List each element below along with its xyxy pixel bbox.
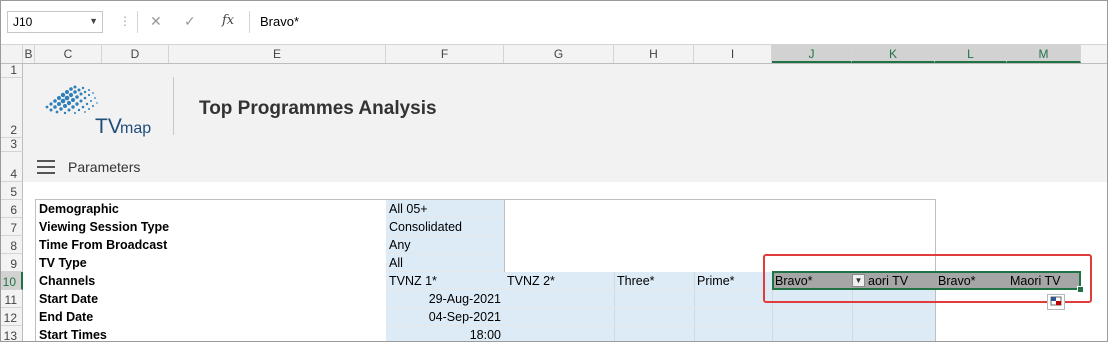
row-header-8[interactable]: 8 — [1, 236, 23, 254]
row-header-9[interactable]: 9 — [1, 254, 23, 272]
channel-cell-h[interactable]: Three* — [614, 272, 694, 290]
drag-handle-icon[interactable]: ⋮ — [119, 14, 131, 28]
label-time-from-broadcast: Time From Broadcast — [39, 238, 168, 252]
select-all-corner[interactable] — [1, 45, 23, 63]
column-header-j[interactable]: J — [772, 45, 852, 63]
logo-map: map — [120, 120, 151, 137]
page-title: Top Programmes Analysis — [199, 98, 437, 119]
label-tv-type: TV Type — [39, 256, 87, 270]
label-start-times: Start Times — [39, 328, 107, 342]
name-box[interactable]: J10 ▼ — [7, 11, 103, 33]
column-header-d[interactable]: D — [102, 45, 169, 63]
label-start-date: Start Date — [39, 292, 99, 306]
formula-bar: J10 ▼ ⋮ ✕ ✓ fx Bravo* — [1, 1, 1107, 45]
logo-tv: TV — [95, 115, 122, 138]
label-viewing-session-type: Viewing Session Type — [39, 220, 170, 234]
row-header-5[interactable]: 5 — [1, 182, 23, 200]
highlight-annotation — [763, 254, 1092, 303]
tv-type-cell[interactable]: All — [386, 254, 504, 272]
column-header-next[interactable] — [1081, 45, 1107, 63]
quick-analysis-icon[interactable] — [1047, 294, 1065, 310]
parameters-banner — [23, 152, 1107, 182]
column-header-b[interactable]: B — [23, 45, 35, 63]
column-header-i[interactable]: I — [694, 45, 772, 63]
end-date-cell[interactable]: 04-Sep-2021 — [386, 308, 504, 326]
column-header-m[interactable]: M — [1007, 45, 1081, 63]
header-divider — [173, 77, 174, 135]
start-date-cell[interactable]: 29-Aug-2021 — [386, 290, 504, 308]
channel-cell-g[interactable]: TVNZ 2* — [504, 272, 614, 290]
row-header-4[interactable]: 4 — [1, 152, 23, 182]
row-header-13[interactable]: 13 — [1, 326, 23, 341]
label-demographic: Demographic — [39, 202, 119, 216]
column-header-c[interactable]: C — [35, 45, 102, 63]
column-header-k[interactable]: K — [852, 45, 935, 63]
column-header-bar: B C D E F G H I J K L M — [1, 45, 1107, 64]
formula-input[interactable]: Bravo* — [249, 11, 1107, 33]
row-header-6[interactable]: 6 — [1, 200, 23, 218]
menu-icon[interactable] — [37, 160, 55, 174]
column-header-e[interactable]: E — [169, 45, 386, 63]
channel-cell-f[interactable]: TVNZ 1* — [386, 272, 504, 290]
viewing-session-type-cell[interactable]: Consolidated — [386, 218, 504, 236]
column-header-f[interactable]: F — [386, 45, 504, 63]
demographic-cell[interactable]: All 05+ — [386, 200, 504, 218]
insert-function-button[interactable]: fx — [222, 13, 234, 28]
parameters-heading: Parameters — [68, 159, 141, 175]
start-time-cell[interactable]: 18:00 — [386, 326, 504, 341]
enter-icon[interactable]: ✓ — [184, 13, 196, 30]
row-header-3[interactable]: 3 — [1, 137, 23, 152]
column-header-h[interactable]: H — [614, 45, 694, 63]
channel-cell-i[interactable]: Prime* — [694, 272, 772, 290]
column-header-l[interactable]: L — [935, 45, 1007, 63]
formula-buttons: ✕ ✓ fx — [137, 11, 248, 33]
tvmap-logo: TV map — [37, 81, 157, 139]
label-end-date: End Date — [39, 310, 94, 324]
formula-value: Bravo* — [260, 14, 300, 29]
column-header-g[interactable]: G — [504, 45, 614, 63]
row-header-10[interactable]: 10 — [1, 272, 23, 290]
cancel-icon[interactable]: ✕ — [150, 13, 162, 30]
header-banner — [23, 64, 1107, 152]
chevron-down-icon[interactable]: ▼ — [89, 16, 98, 26]
label-channels: Channels — [39, 274, 96, 288]
excel-window: J10 ▼ ⋮ ✕ ✓ fx Bravo* B C D E F G H I J … — [0, 0, 1108, 342]
row-header-1[interactable]: 1 — [1, 63, 23, 78]
row-header-11[interactable]: 11 — [1, 290, 23, 308]
time-from-broadcast-cell[interactable]: Any — [386, 236, 504, 254]
row-header-7[interactable]: 7 — [1, 218, 23, 236]
row-header-2[interactable]: 2 — [1, 78, 23, 138]
name-box-value: J10 — [13, 15, 33, 29]
row-header-12[interactable]: 12 — [1, 308, 23, 326]
